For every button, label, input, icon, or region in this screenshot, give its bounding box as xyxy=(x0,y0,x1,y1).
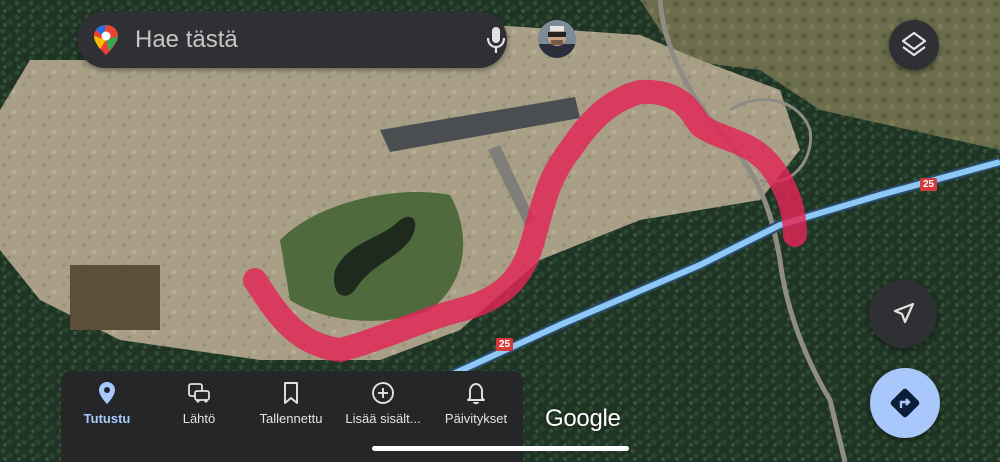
search-bar[interactable]: Hae tästä xyxy=(77,11,576,68)
search-input[interactable]: Hae tästä xyxy=(135,26,238,54)
tab-label: Lähtö xyxy=(182,411,216,426)
bell-icon xyxy=(467,383,485,405)
avatar[interactable] xyxy=(538,20,576,58)
google-watermark: Google xyxy=(545,405,621,432)
my-location-button[interactable] xyxy=(869,280,937,348)
tab-commute[interactable]: Lähtö xyxy=(153,371,245,462)
google-maps-pin-icon xyxy=(94,25,118,55)
profile-photo-icon xyxy=(538,20,576,58)
tab-label: Tallennettu xyxy=(259,411,323,426)
tab-saved[interactable]: Tallennettu xyxy=(245,371,337,462)
commute-icon xyxy=(188,383,210,403)
layers-button[interactable] xyxy=(889,20,939,70)
tab-label: Tutustu xyxy=(83,411,131,426)
navigation-arrow-icon xyxy=(893,302,915,324)
microphone-icon[interactable] xyxy=(483,25,509,55)
directions-icon xyxy=(890,388,920,418)
directions-button[interactable] xyxy=(870,368,940,438)
route-shield-lower: 25 xyxy=(496,338,514,351)
bog-area xyxy=(70,265,160,330)
add-circle-icon xyxy=(372,382,394,404)
tab-label: Päivitykset xyxy=(444,411,508,426)
tab-explore[interactable]: Tutustu xyxy=(61,371,153,462)
route-shield-upper: 25 xyxy=(920,178,938,191)
layers-icon xyxy=(901,31,927,57)
tab-label: Lisää sisält... xyxy=(345,411,421,426)
bookmark-icon xyxy=(284,382,298,404)
home-indicator[interactable] xyxy=(372,446,629,451)
location-pin-icon xyxy=(99,382,115,404)
